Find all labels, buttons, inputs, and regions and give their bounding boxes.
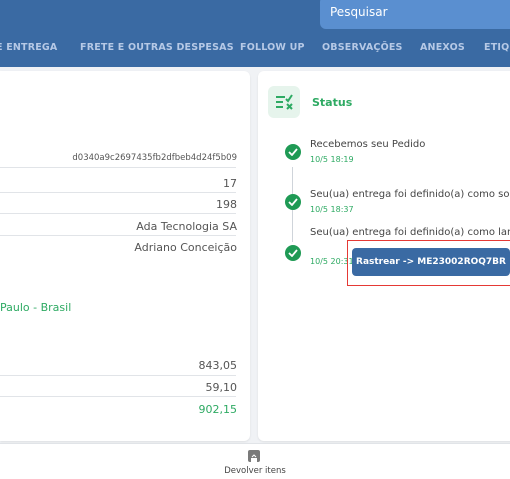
amount-2: 59,10 xyxy=(205,381,238,394)
total-amount: 902,15 xyxy=(198,403,238,416)
tab-observacoes[interactable]: OBSERVAÇÕES xyxy=(322,42,403,53)
divider xyxy=(0,235,236,236)
return-box-icon xyxy=(248,450,260,462)
location-text: Paulo - Brasil xyxy=(0,301,72,314)
timeline-line xyxy=(292,167,293,197)
track-shipment-button[interactable]: Rastrear -> ME23002ROQ7BR xyxy=(352,248,510,276)
status-card: Status Recebemos seu Pedido 10/5 18:19 S… xyxy=(258,71,510,441)
event-title: Seu(ua) entrega foi definido(a) como sol… xyxy=(310,189,510,200)
order-details-card: d0340a9c2697435fb2dfbeb4d24f5b09 17 198 … xyxy=(0,71,250,441)
search-input[interactable]: Pesquisar xyxy=(320,0,510,29)
check-icon xyxy=(285,194,301,210)
divider xyxy=(0,375,236,376)
return-items-button[interactable]: Devolver itens xyxy=(0,444,510,479)
timeline-line xyxy=(292,210,293,242)
status-title: Status xyxy=(312,96,353,109)
amount-1: 843,05 xyxy=(198,359,238,372)
top-bar: Pesquisar E ENTREGA FRETE E OUTRAS DESPE… xyxy=(0,0,510,67)
divider xyxy=(0,396,236,397)
status-list-icon xyxy=(268,86,300,118)
bottom-bar: Devolver itens xyxy=(0,443,510,479)
order-tabs: E ENTREGA FRETE E OUTRAS DESPESAS FOLLOW… xyxy=(0,42,510,56)
event-title: Seu(ua) entrega foi definido(a) como lan… xyxy=(310,227,510,238)
tab-frete[interactable]: FRETE E OUTRAS DESPESAS xyxy=(80,42,234,53)
check-icon xyxy=(285,144,301,160)
company-name: Ada Tecnologia SA xyxy=(136,220,237,233)
tab-entrega[interactable]: E ENTREGA xyxy=(0,42,57,53)
order-hash: d0340a9c2697435fb2dfbeb4d24f5b09 xyxy=(72,153,237,163)
divider xyxy=(0,192,236,193)
value-198: 198 xyxy=(216,198,237,211)
value-17: 17 xyxy=(223,177,237,190)
app-root: Pesquisar E ENTREGA FRETE E OUTRAS DESPE… xyxy=(0,0,510,479)
event-time: 10/5 18:37 xyxy=(310,205,354,214)
check-icon xyxy=(285,245,301,261)
search-placeholder: Pesquisar xyxy=(330,5,388,19)
divider xyxy=(0,213,236,214)
return-items-label: Devolver itens xyxy=(224,466,286,476)
person-name: Adriano Conceição xyxy=(134,241,237,254)
event-time: 10/5 18:19 xyxy=(310,155,354,164)
event-title: Recebemos seu Pedido xyxy=(310,139,426,150)
tab-etiquetas[interactable]: ETIQ xyxy=(484,42,509,53)
tab-follow-up[interactable]: FOLLOW UP xyxy=(240,42,305,53)
tab-anexos[interactable]: ANEXOS xyxy=(420,42,465,53)
divider xyxy=(0,167,236,168)
